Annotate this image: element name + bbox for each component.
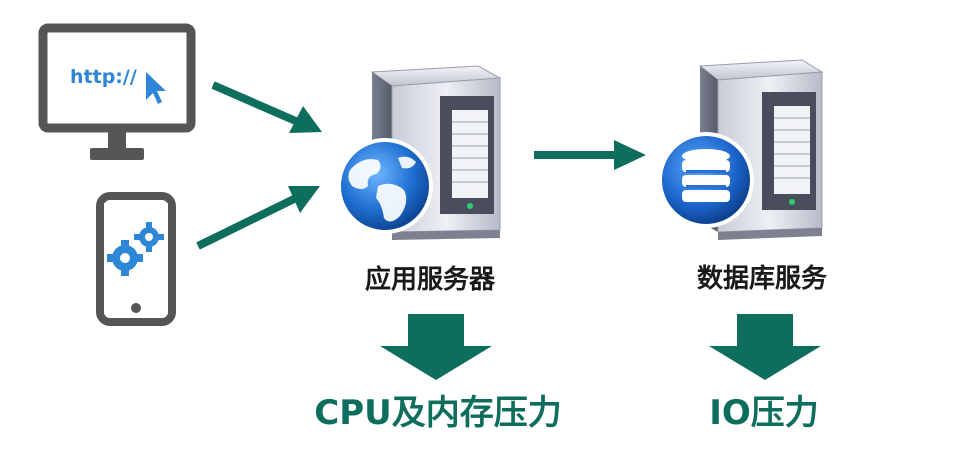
app-pressure-label: CPU及内存压力 [314, 393, 561, 433]
arrow-browser-to-app-server [211, 81, 322, 133]
app-server-label: 应用服务器 [365, 264, 496, 295]
monitor-icon: http:// [38, 23, 196, 160]
database-icon [658, 132, 754, 228]
db-server-label: 数据库服务 [697, 264, 827, 294]
architecture-diagram: http:// 应用服务器 数据库服务 CPU及内存压力 IO压力 [38, 23, 827, 433]
monitor-url-text: http:// [70, 66, 137, 88]
arrow-down-app-pressure [380, 314, 492, 380]
phone-icon [96, 192, 176, 326]
db-pressure-label: IO压力 [709, 393, 819, 433]
arrow-down-db-pressure [709, 314, 821, 380]
globe-icon [337, 138, 433, 234]
arrow-phone-to-app-server [196, 186, 320, 250]
arrow-app-to-db [534, 140, 646, 170]
